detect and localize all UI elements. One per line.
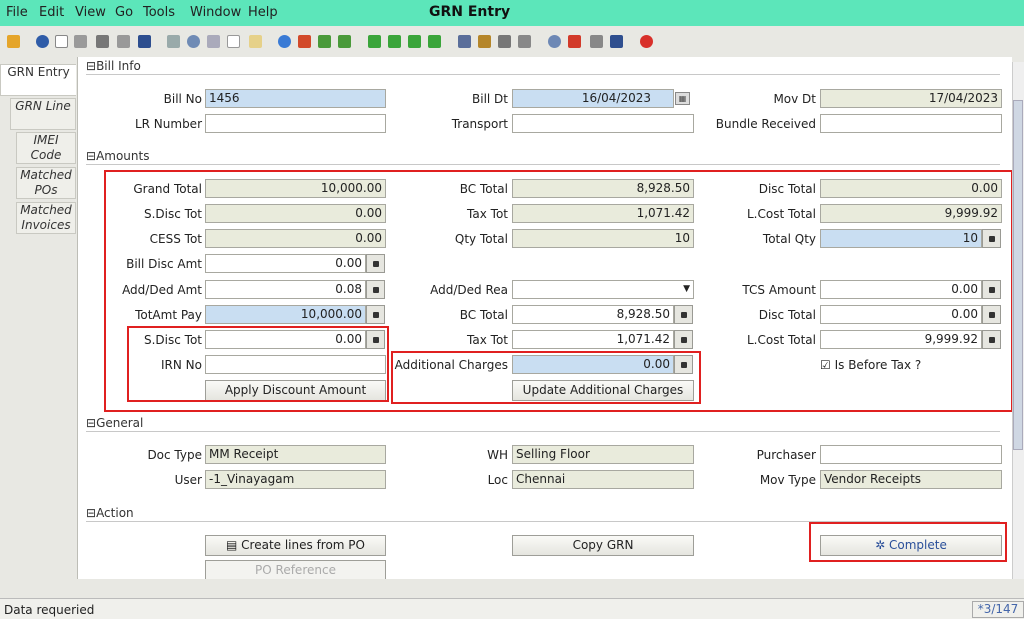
menu-view[interactable]: View bbox=[75, 5, 106, 20]
section-bill-info-label: Bill Info bbox=[96, 59, 141, 73]
status-bar: Data requeried bbox=[0, 598, 1024, 619]
print-icon[interactable] bbox=[518, 35, 531, 48]
menu-tools[interactable]: Tools bbox=[143, 5, 175, 20]
lr-number-label: LR Number bbox=[134, 117, 202, 131]
scrollbar-thumb[interactable] bbox=[1013, 100, 1023, 450]
product-info-icon[interactable] bbox=[590, 35, 603, 48]
new-record-icon[interactable] bbox=[55, 35, 68, 48]
highlight-sdisc-box bbox=[127, 326, 389, 402]
section-general[interactable]: ⊟General bbox=[86, 416, 143, 430]
user-field: -1_Vinayagam bbox=[205, 470, 386, 489]
section-amounts[interactable]: ⊟Amounts bbox=[86, 149, 149, 163]
document-icon: ▤ bbox=[225, 538, 238, 552]
previous-record-icon[interactable] bbox=[388, 35, 401, 48]
section-bill-info[interactable]: ⊟Bill Info bbox=[86, 59, 141, 73]
record-counter[interactable]: *3/147 bbox=[972, 601, 1024, 618]
find-icon[interactable] bbox=[187, 35, 200, 48]
delete-icon[interactable] bbox=[96, 35, 109, 48]
tab-grn-entry[interactable]: GRN Entry bbox=[0, 64, 76, 96]
workflow-icon[interactable] bbox=[568, 35, 581, 48]
print-preview-icon[interactable] bbox=[498, 35, 511, 48]
loc-field: Chennai bbox=[512, 470, 694, 489]
tab-grn-line[interactable]: GRN Line bbox=[10, 98, 76, 130]
menu-edit[interactable]: Edit bbox=[39, 5, 64, 20]
parent-icon[interactable] bbox=[298, 35, 311, 48]
purchaser-label: Purchaser bbox=[756, 448, 816, 462]
purchaser-field[interactable] bbox=[820, 445, 1002, 464]
bundle-received-field[interactable] bbox=[820, 114, 1002, 133]
bill-dt-field[interactable]: 16/04/2023 bbox=[512, 89, 674, 108]
menu-file[interactable]: File bbox=[6, 5, 28, 20]
po-reference-button: PO Reference bbox=[205, 560, 386, 579]
menu-help[interactable]: Help bbox=[248, 5, 278, 20]
section-general-label: General bbox=[96, 416, 144, 430]
next-record-icon[interactable] bbox=[408, 35, 421, 48]
bill-no-field[interactable]: 1456 bbox=[205, 89, 386, 108]
save-icon[interactable] bbox=[138, 35, 151, 48]
record-tabs: GRN Entry GRN Line IMEI Code Matched POs… bbox=[0, 62, 78, 602]
create-lines-label: Create lines from PO bbox=[241, 538, 365, 552]
bundle-received-label: Bundle Received bbox=[715, 117, 816, 131]
doc-type-label: Doc Type bbox=[147, 448, 202, 462]
attachment-icon[interactable] bbox=[207, 35, 220, 48]
history-icon[interactable] bbox=[249, 35, 262, 48]
section-action[interactable]: ⊟Action bbox=[86, 506, 134, 520]
chat-icon[interactable] bbox=[227, 35, 240, 48]
highlight-complete-box bbox=[809, 522, 1007, 562]
mov-type-label: Mov Type bbox=[759, 473, 816, 487]
lr-number-field[interactable] bbox=[205, 114, 386, 133]
section-amounts-label: Amounts bbox=[96, 149, 150, 163]
tab-matched-invoices[interactable]: Matched Invoices bbox=[16, 202, 76, 234]
undo-icon[interactable] bbox=[7, 35, 20, 48]
tools-icon[interactable] bbox=[117, 35, 130, 48]
archive-icon[interactable] bbox=[478, 35, 491, 48]
wh-field: Selling Floor bbox=[512, 445, 694, 464]
close-window-icon[interactable] bbox=[640, 35, 653, 48]
menu-bar: File Edit View Go Tools Window Help GRN … bbox=[0, 0, 1024, 26]
divider bbox=[86, 164, 1000, 165]
transport-label: Transport bbox=[451, 117, 508, 131]
divider bbox=[86, 74, 1000, 75]
menu-window[interactable]: Window bbox=[190, 5, 241, 20]
report-icon[interactable] bbox=[458, 35, 471, 48]
home-icon[interactable] bbox=[278, 35, 291, 48]
help-icon[interactable] bbox=[36, 35, 49, 48]
zoom-icon[interactable] bbox=[548, 35, 561, 48]
mov-dt-field: 17/04/2023 bbox=[820, 89, 1002, 108]
tab-matched-pos[interactable]: Matched POs bbox=[16, 167, 76, 199]
divider bbox=[86, 431, 1000, 432]
copy-grn-button[interactable]: Copy GRN bbox=[512, 535, 694, 556]
refresh-icon[interactable] bbox=[167, 35, 180, 48]
mov-type-field: Vendor Receipts bbox=[820, 470, 1002, 489]
back-arrow-icon[interactable] bbox=[318, 35, 331, 48]
mov-dt-label: Mov Dt bbox=[773, 92, 816, 106]
request-icon[interactable] bbox=[610, 35, 623, 48]
bill-no-label: Bill No bbox=[163, 92, 202, 106]
wh-label: WH bbox=[487, 448, 508, 462]
calendar-icon[interactable]: ▦ bbox=[675, 92, 690, 105]
highlight-additional-charges-box bbox=[391, 351, 701, 404]
first-record-icon[interactable] bbox=[368, 35, 381, 48]
toolbar: jaldi bbox=[0, 26, 1024, 86]
copy-record-icon[interactable] bbox=[74, 35, 87, 48]
menu-go[interactable]: Go bbox=[115, 5, 133, 20]
transport-field[interactable] bbox=[512, 114, 694, 133]
forward-arrow-icon[interactable] bbox=[338, 35, 351, 48]
doc-type-field: MM Receipt bbox=[205, 445, 386, 464]
create-lines-from-po-button[interactable]: ▤ Create lines from PO bbox=[205, 535, 386, 556]
section-action-label: Action bbox=[96, 506, 134, 520]
bill-dt-label: Bill Dt bbox=[472, 92, 508, 106]
window-title: GRN Entry bbox=[429, 4, 511, 20]
user-label: User bbox=[174, 473, 202, 487]
last-record-icon[interactable] bbox=[428, 35, 441, 48]
tab-imei-code[interactable]: IMEI Code bbox=[16, 132, 76, 164]
loc-label: Loc bbox=[487, 473, 508, 487]
status-text: Data requeried bbox=[4, 603, 95, 617]
